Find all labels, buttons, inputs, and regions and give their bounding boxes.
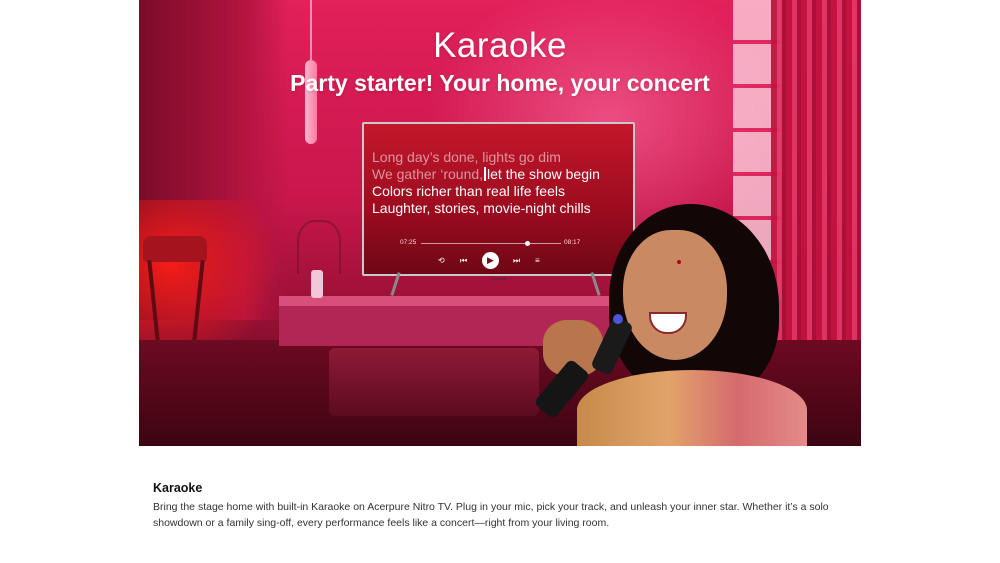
decor-branches: [297, 220, 341, 274]
face: [623, 230, 727, 360]
sofa: [329, 348, 539, 416]
lyric-line-2: We gather ‘round, let the show begin: [372, 166, 600, 183]
saree: [577, 370, 807, 446]
hero-title: Karaoke: [433, 26, 567, 65]
skip-previous-icon[interactable]: ⏮: [460, 256, 467, 266]
skip-next-icon[interactable]: ⏭: [513, 256, 520, 266]
lyric-line-2-unsung: let the show begin: [487, 166, 600, 182]
hero-subtitle: Party starter! Your home, your concert: [290, 70, 710, 96]
vase: [311, 270, 323, 298]
red-light-glow: [139, 200, 289, 360]
lyric-line-3: Colors richer than real life feels: [372, 183, 565, 199]
lyric-line-1: Long day’s done, lights go dim: [372, 149, 561, 165]
feature-title: Karaoke: [153, 481, 203, 495]
progress-track[interactable]: [421, 243, 561, 244]
progress-thumb[interactable]: [525, 241, 531, 246]
mic-icon: [613, 314, 623, 324]
lyric-cursor: [484, 167, 487, 181]
play-icon[interactable]: ▶: [482, 252, 499, 269]
bindi: [677, 260, 681, 264]
repeat-icon[interactable]: ⟲: [438, 256, 445, 266]
time-elapsed: 07:25: [400, 239, 417, 246]
feature-description: Bring the stage home with built-in Karao…: [153, 501, 829, 529]
karaoke-hero-banner: Karaoke Party starter! Your home, your c…: [139, 0, 861, 446]
playlist-icon[interactable]: ≡: [535, 256, 540, 266]
chair-seat: [143, 236, 207, 262]
singing-woman: [533, 200, 807, 446]
lyric-line-2-sung: We gather ‘round,: [372, 166, 484, 182]
